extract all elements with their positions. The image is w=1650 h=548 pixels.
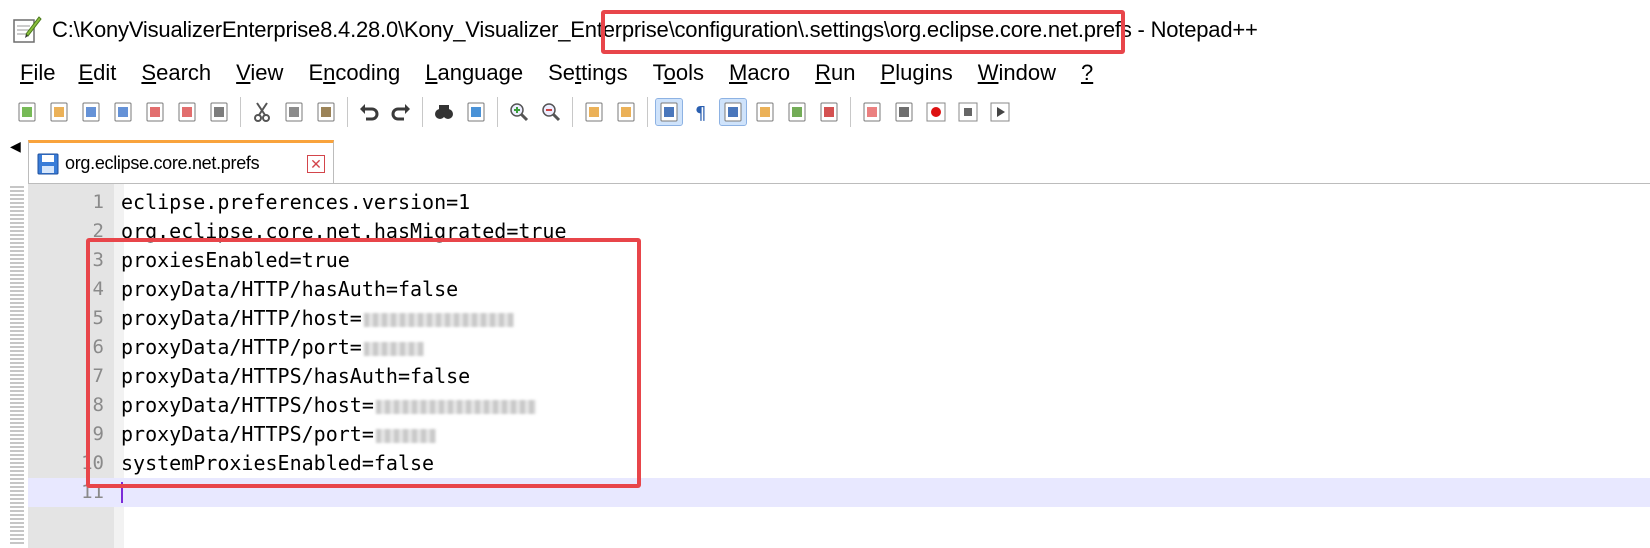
doc-map-icon[interactable]: [784, 99, 810, 125]
find-glyph: [435, 105, 453, 119]
folder-workspace-icon[interactable]: [859, 99, 885, 125]
print-glyph: [210, 102, 228, 122]
tab-label: org.eclipse.core.net.prefs: [65, 153, 260, 173]
menu-edit[interactable]: Edit: [78, 58, 129, 88]
redo-glyph: [391, 104, 410, 121]
toolbar: ¶: [14, 92, 1019, 132]
play-macro-icon[interactable]: [987, 99, 1013, 125]
menu-help[interactable]: ?: [1081, 58, 1106, 88]
editor-line[interactable]: 1 eclipse.preferences.version=1: [28, 188, 1650, 217]
new-file-icon[interactable]: [14, 99, 40, 125]
indent-guide-icon[interactable]: [719, 98, 747, 126]
close-icon[interactable]: [142, 99, 168, 125]
menu-encoding[interactable]: Encoding: [308, 58, 413, 88]
word-wrap-icon[interactable]: [655, 98, 683, 126]
line-number: 1: [92, 191, 104, 213]
line-text: eclipse.preferences.version=1: [121, 188, 470, 217]
record-macro-glyph: [926, 102, 946, 122]
new-file-glyph: [18, 102, 36, 122]
save-all-glyph: [114, 102, 132, 122]
open-file-icon[interactable]: [46, 99, 72, 125]
save-glyph: [82, 102, 100, 122]
sync-horizontal-glyph: [617, 102, 635, 122]
dock-grip[interactable]: [10, 186, 24, 546]
toolbar-separator: [850, 97, 851, 127]
svg-text:¶: ¶: [695, 103, 706, 123]
doc-map-glyph: [788, 102, 806, 122]
replace-glyph: [467, 102, 485, 122]
play-macro-glyph: [990, 102, 1010, 122]
save-all-icon[interactable]: [110, 99, 136, 125]
monitoring-glyph: [895, 102, 913, 122]
zoom-out-glyph: [542, 103, 561, 122]
menu-file[interactable]: File: [20, 58, 68, 88]
udl-glyph: [756, 102, 774, 122]
cut-icon[interactable]: [249, 99, 275, 125]
zoom-in-icon[interactable]: [506, 99, 532, 125]
toolbar-separator: [422, 97, 423, 127]
word-wrap-glyph: [660, 102, 678, 122]
show-all-chars-icon[interactable]: ¶: [688, 99, 714, 125]
copy-icon[interactable]: [281, 99, 307, 125]
save-icon[interactable]: [78, 99, 104, 125]
indent-guide-glyph: [724, 102, 742, 122]
menu-search[interactable]: Search: [141, 58, 224, 88]
print-icon[interactable]: [206, 99, 232, 125]
toolbar-separator: [347, 97, 348, 127]
zoom-in-glyph: [510, 103, 529, 122]
close-all-glyph: [178, 102, 196, 122]
zoom-out-icon[interactable]: [538, 99, 564, 125]
undo-icon[interactable]: [356, 99, 382, 125]
toolbar-separator: [647, 97, 648, 127]
menu-plugins[interactable]: Plugins: [881, 58, 966, 88]
menu-view[interactable]: View: [236, 58, 296, 88]
line-text-content: eclipse.preferences.version=1: [121, 190, 471, 214]
show-all-chars-glyph: ¶: [695, 103, 706, 123]
saved-file-icon: [37, 153, 59, 174]
udl-icon[interactable]: [752, 99, 778, 125]
toolbar-separator: [497, 97, 498, 127]
menu-window[interactable]: Window: [978, 58, 1069, 88]
function-list-glyph: [820, 102, 838, 122]
toolbar-separator: [240, 97, 241, 127]
replace-icon[interactable]: [463, 99, 489, 125]
tab-org-eclipse-core-net-prefs[interactable]: org.eclipse.core.net.prefs ✕: [28, 140, 334, 184]
sync-horizontal-icon[interactable]: [613, 99, 639, 125]
paste-icon[interactable]: [313, 99, 339, 125]
function-list-icon[interactable]: [816, 99, 842, 125]
menu-language[interactable]: Language: [425, 58, 536, 88]
cut-glyph: [254, 102, 270, 122]
copy-glyph: [285, 102, 303, 122]
sync-vertical-glyph: [585, 102, 603, 122]
title-highlight-box: [601, 10, 1125, 54]
content-highlight-box: [86, 238, 641, 488]
paste-glyph: [317, 102, 335, 122]
menu-run[interactable]: Run: [815, 58, 868, 88]
open-file-glyph: [50, 102, 68, 122]
redo-icon[interactable]: [388, 99, 414, 125]
close-all-icon[interactable]: [174, 99, 200, 125]
record-macro-icon[interactable]: [923, 99, 949, 125]
monitoring-icon[interactable]: [891, 99, 917, 125]
stop-record-icon[interactable]: [955, 99, 981, 125]
menu-bar: File Edit Search View Encoding Language Settin…: [0, 58, 1650, 88]
undo-glyph: [360, 104, 379, 121]
tab-strip: ◀ org.eclipse.core.net.prefs ✕: [0, 132, 1650, 184]
sync-vertical-icon[interactable]: [581, 99, 607, 125]
notepadpp-app-icon: [13, 16, 42, 43]
folder-workspace-glyph: [863, 102, 881, 122]
menu-macro[interactable]: Macro: [729, 58, 803, 88]
find-icon[interactable]: [431, 99, 457, 125]
toolbar-separator: [572, 97, 573, 127]
stop-record-glyph: [958, 102, 978, 122]
tab-scroll-left-icon[interactable]: ◀: [10, 138, 21, 155]
tab-close-icon[interactable]: ✕: [307, 155, 325, 173]
menu-tools[interactable]: Tools: [653, 58, 717, 88]
menu-settings[interactable]: Settings: [548, 58, 641, 88]
close-glyph: [146, 102, 164, 122]
